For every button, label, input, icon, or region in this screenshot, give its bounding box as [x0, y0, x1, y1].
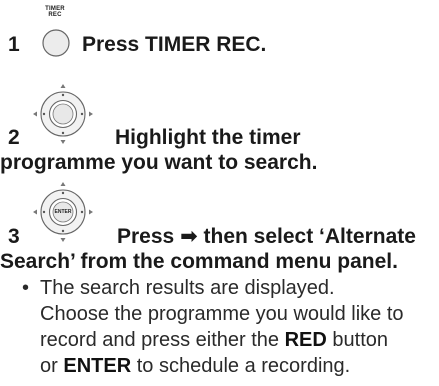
line4-text-end: to schedule a recording.: [136, 355, 351, 377]
line3-text: record and press either the: [40, 329, 280, 351]
step-number: 2: [8, 126, 20, 149]
step-number: 1: [8, 33, 20, 56]
instruction-suffix: then select ‘Alternate: [203, 225, 416, 248]
red-button-label: RED: [284, 329, 327, 351]
enter-button-label: ENTER: [63, 355, 132, 377]
step-instruction-line2: programme you want to search.: [0, 151, 318, 174]
instruction-prefix: Press: [117, 225, 175, 248]
line4-text: or: [40, 355, 58, 377]
step-instruction-line2: Search’ from the command menu panel.: [0, 250, 398, 273]
enter-center-label: ENTER: [54, 209, 72, 215]
step-3: ENTER 3 Press ➡ then select ‘Alternate S…: [0, 182, 439, 386]
line3-text-end: button: [332, 329, 388, 351]
bullet-note: • The search results are displayed. Choo…: [22, 275, 439, 379]
bullet-line-4: or ENTER to schedule a recording.: [40, 353, 439, 379]
step-instruction-line1: Press ➡ then select ‘Alternate: [117, 224, 416, 250]
step-1: TIMER REC 1 Press TIMER REC.: [0, 0, 439, 80]
step-2: 2 Highlight the timer programme you want…: [0, 80, 439, 184]
step-instruction-line1: Highlight the timer: [115, 126, 301, 149]
step-instruction: Press TIMER REC.: [82, 33, 267, 56]
step-number: 3: [8, 225, 20, 248]
directional-pad-icon: [33, 84, 93, 144]
timer-rec-button-icon: [42, 29, 70, 57]
bullet-line-2: Choose the programme you would like to: [40, 303, 404, 325]
bullet-mark: •: [22, 277, 30, 299]
bullet-line-1: The search results are displayed.: [40, 277, 335, 299]
right-arrow-icon: ➡: [180, 225, 198, 248]
timer-rec-button-label: TIMER REC: [40, 6, 70, 18]
bullet-line-3: record and press either the RED button: [40, 327, 439, 353]
button-label-rec: REC: [48, 12, 62, 18]
